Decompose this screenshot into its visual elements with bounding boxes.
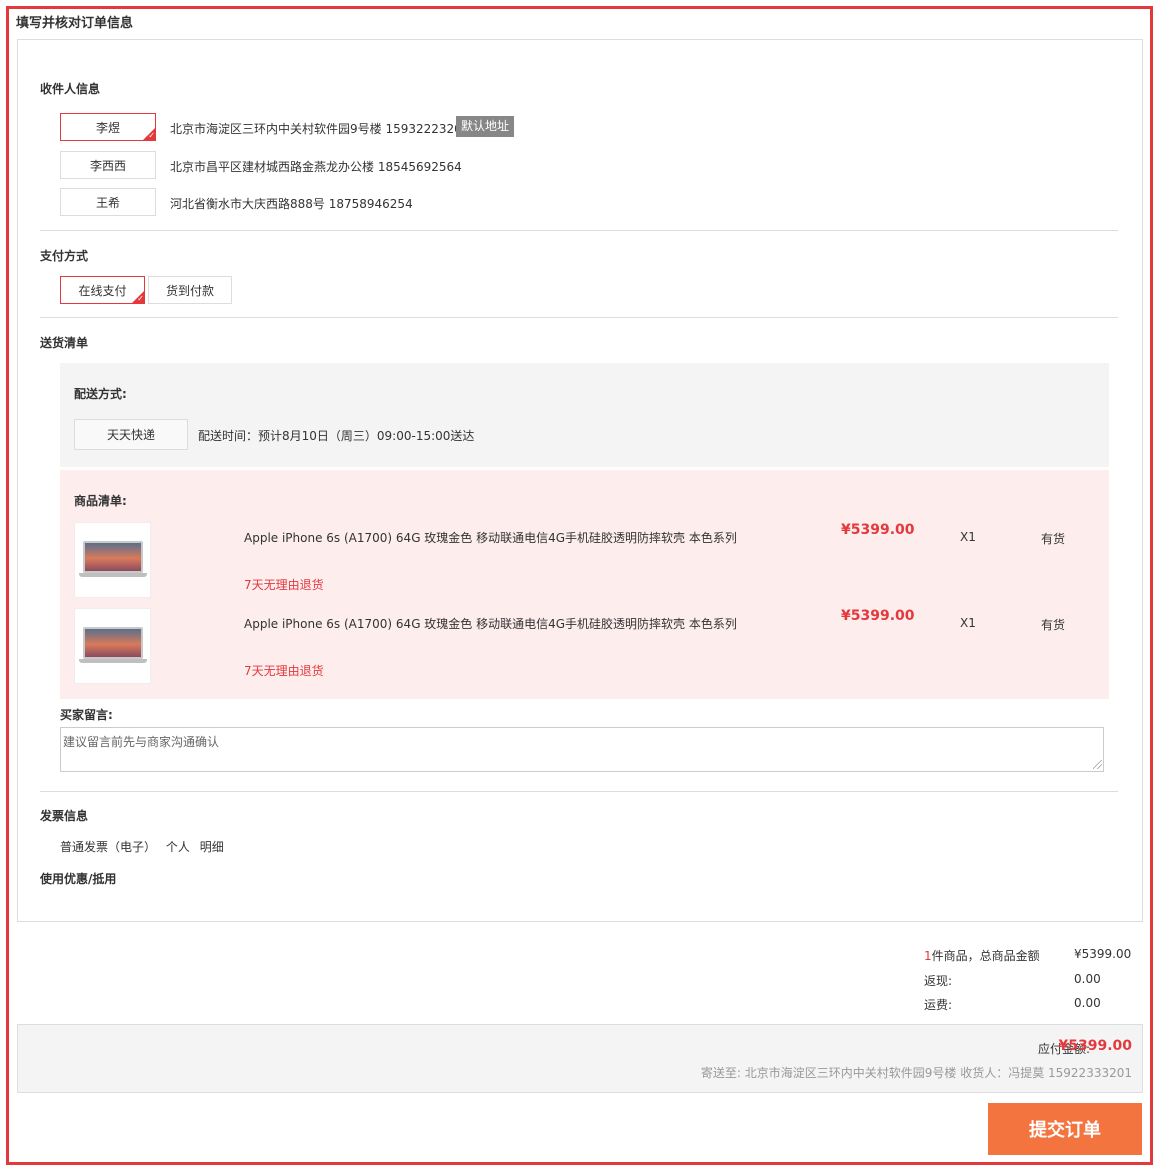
page-title: 填写并核对订单信息 [16, 16, 134, 31]
pay-on-delivery-label: 货到付款 [165, 283, 214, 298]
freight-value: 0.00 [1074, 996, 1101, 1010]
goods-list-box [60, 470, 1109, 699]
delivery-time: 配送时间：预计8月10日（周三）09:00-15:00送达 [198, 429, 475, 443]
address-name-button-1[interactable]: 李煜 ✓ [60, 113, 156, 141]
cashback-label: 返现: [924, 974, 953, 988]
address-detail-2: 北京市昌平区建材城西路金燕龙办公楼 18545692564 [170, 160, 462, 174]
address-name-label: 王希 [95, 195, 120, 210]
address-name-button-2[interactable]: 李西西 [60, 151, 156, 179]
pay-on-delivery-button[interactable]: 货到付款 [148, 276, 232, 304]
product-quantity: X1 [960, 530, 976, 544]
invoice-type: 普通发票（电子） [60, 840, 157, 854]
address-detail-1: 北京市海淀区三环内中关村软件园9号楼 15932223201 [170, 122, 470, 136]
invoice-detail[interactable]: 普通发票（电子） 个人 明细 [60, 838, 230, 855]
buyer-message-input[interactable] [60, 727, 1104, 772]
shipping-method-box [60, 363, 1109, 467]
courier-button[interactable]: 天天快递 [74, 419, 188, 450]
ship-to-info: 寄送至: 北京市海淀区三环内中关村软件园9号楼 收货人：冯提莫 15922333… [700, 1066, 1132, 1080]
section-divider [40, 230, 1118, 231]
product-price: ¥5399.00 [841, 522, 915, 538]
freight-label: 运费: [924, 998, 953, 1012]
product-name[interactable]: Apple iPhone 6s (A1700) 64G 玫瑰金色 移动联通电信4… [244, 615, 737, 632]
product-name[interactable]: Apple iPhone 6s (A1700) 64G 玫瑰金色 移动联通电信4… [244, 529, 737, 546]
shipping-method-title: 配送方式: [74, 387, 127, 401]
laptop-thumbnail-icon [83, 541, 143, 573]
payable-bar [17, 1024, 1143, 1093]
check-icon: ✓ [137, 294, 144, 303]
resize-grip-icon[interactable] [1093, 760, 1102, 769]
invoice-title: 个人 [165, 840, 190, 854]
goods-total-value: ¥5399.00 [1074, 947, 1132, 961]
payment-section-title: 支付方式 [40, 249, 89, 263]
product-price: ¥5399.00 [841, 608, 915, 624]
section-divider [40, 791, 1118, 792]
product-quantity: X1 [960, 616, 976, 630]
invoice-section-title: 发票信息 [40, 809, 89, 823]
pay-online-label: 在线支付 [78, 283, 127, 298]
address-name-label: 李西西 [89, 158, 126, 173]
product-image[interactable] [74, 522, 151, 598]
default-address-badge: 默认地址 [456, 116, 515, 137]
address-detail-3: 河北省衡水市大庆西路888号 18758946254 [170, 197, 413, 211]
address-name-label: 李煜 [95, 120, 120, 135]
submit-order-button[interactable]: 提交订单 [988, 1103, 1142, 1155]
product-stock: 有货 [1041, 618, 1066, 632]
delivery-section-title: 送货清单 [40, 336, 89, 350]
invoice-content: 明细 [199, 840, 224, 854]
goods-list-title: 商品清单: [74, 494, 127, 508]
coupon-section-title[interactable]: 使用优惠/抵用 [40, 870, 116, 887]
return-policy: 7天无理由退货 [244, 578, 324, 592]
laptop-thumbnail-icon [83, 627, 143, 659]
address-name-button-3[interactable]: 王希 [60, 188, 156, 216]
buyer-message-label: 买家留言: [60, 708, 113, 722]
check-icon: ✓ [148, 131, 155, 140]
payable-amount: ¥5399.00 [1058, 1038, 1132, 1054]
goods-count: 1 [924, 949, 932, 963]
laptop-base [79, 659, 147, 663]
section-divider [40, 317, 1118, 318]
product-image[interactable] [74, 608, 151, 684]
goods-total-label: 1件商品，总商品金额 [924, 947, 1040, 964]
product-stock: 有货 [1041, 532, 1066, 546]
cashback-value: 0.00 [1074, 972, 1101, 986]
receiver-section-title: 收件人信息 [40, 82, 101, 96]
laptop-base [79, 573, 147, 577]
return-policy: 7天无理由退货 [244, 664, 324, 678]
pay-online-button[interactable]: 在线支付 ✓ [60, 276, 145, 304]
goods-total-label-text: 件商品，总商品金额 [931, 949, 1040, 963]
